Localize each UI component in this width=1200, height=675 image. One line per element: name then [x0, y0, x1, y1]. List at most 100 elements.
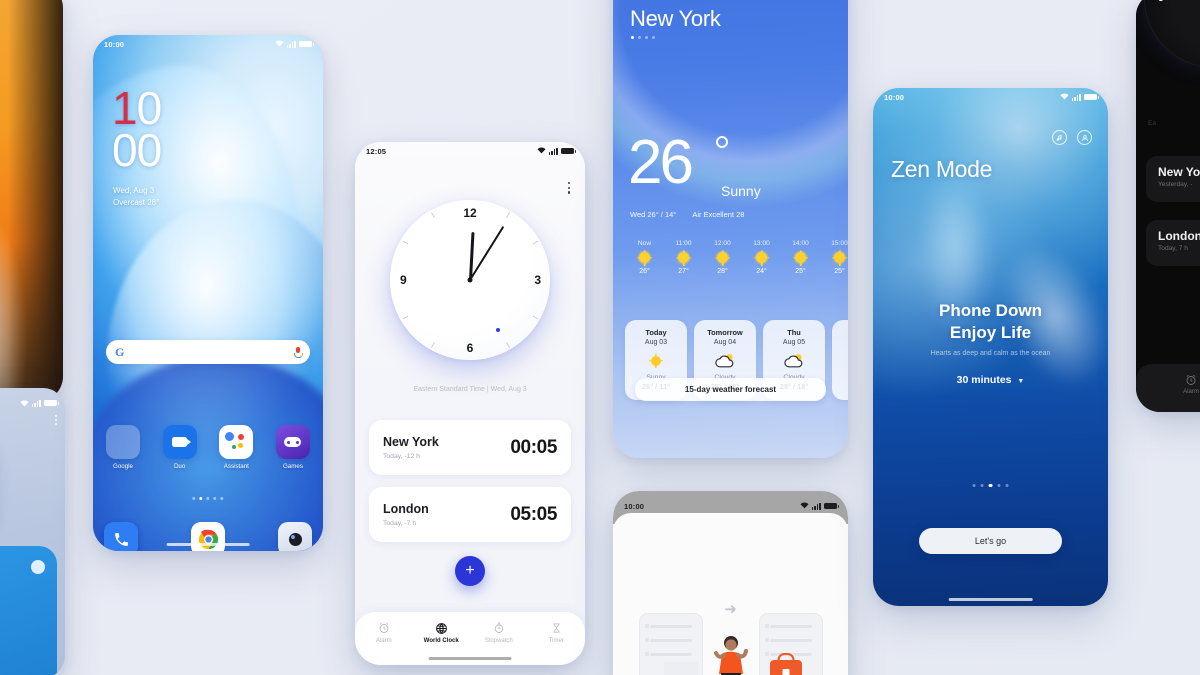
analog-clock-face-dark: 9	[1144, 0, 1200, 68]
add-city-button[interactable]: +	[455, 556, 485, 586]
page-indicator[interactable]	[972, 484, 1009, 488]
globe-icon	[413, 621, 471, 635]
alarm-icon	[355, 621, 413, 635]
camera-icon[interactable]	[278, 522, 312, 551]
wifi-icon	[537, 147, 546, 156]
clock-number-12: 12	[463, 206, 477, 220]
city-offset: Yesterday, -	[1158, 181, 1193, 188]
tab-alarm[interactable]: Alarm	[355, 621, 413, 644]
share-app-phone[interactable]: 10:00 ➜	[613, 491, 848, 675]
hour-temp: 28°	[717, 268, 728, 275]
phone-icon[interactable]	[104, 522, 138, 551]
widgets-menu-icon[interactable]	[54, 414, 57, 426]
tab-stopwatch[interactable]: Stopwatch	[470, 621, 528, 644]
app-games[interactable]: Games	[274, 425, 312, 470]
hourly-forecast-strip[interactable]: Now 26° 11:00 27° 12:00 28° 13:00 24° 14…	[625, 240, 848, 275]
kebab-menu-icon[interactable]	[567, 182, 570, 194]
timezone-label: Ea	[1148, 120, 1156, 127]
statusbar: 10:00	[93, 35, 323, 53]
tab-label: World Clock	[423, 638, 459, 644]
day-temps: 33° / 19°	[832, 382, 848, 391]
day-date: Aug 04	[713, 338, 737, 346]
clock-tick	[402, 280, 470, 320]
battery-icon	[1084, 93, 1099, 101]
table-row[interactable]: London Today, 7 h	[1146, 220, 1200, 266]
table-row[interactable]: London Today, -7 h 05:05	[369, 487, 571, 542]
lockscreen-clock: 1 0 00	[112, 85, 162, 177]
tab-world-clock[interactable]: World Clock	[413, 621, 471, 644]
air-quality: Air Excellent 28	[692, 210, 745, 219]
app-duo[interactable]: Duo	[161, 425, 199, 470]
widgets-statusbar	[20, 394, 59, 412]
signal-icon	[31, 399, 41, 407]
music-note-icon[interactable]	[1052, 130, 1067, 145]
clock-number-9: 9	[1158, 0, 1164, 4]
widgets-phone[interactable]: 12 3 6 New York	[0, 388, 65, 675]
city-offset: Today, -12 h	[383, 452, 420, 460]
chrome-icon[interactable]	[191, 522, 225, 551]
clock-number-6: 6	[466, 341, 474, 355]
duo-icon	[162, 425, 197, 459]
weather-app-phone[interactable]: New York 26 Sunny Wed 26° / 14° Air Exce…	[613, 0, 848, 458]
app-google-folder[interactable]: Google	[104, 425, 142, 470]
home-indicator[interactable]	[948, 598, 1033, 601]
dark-clock-phone[interactable]: 9 Ea New Yo Yesterday, - London Today, 7…	[1136, 0, 1200, 412]
wifi-icon	[800, 502, 809, 511]
lockscreen-date: Wed, Aug 3	[113, 186, 155, 195]
tab-label: Stopwatch	[484, 638, 513, 644]
google-folder-icon	[106, 425, 140, 459]
profile-icon[interactable]	[1077, 130, 1092, 145]
stopwatch-icon	[470, 621, 528, 635]
hour-label: Now	[637, 240, 652, 247]
daily-card[interactable]: Fri Aug 06 Cloudy 33° / 19°	[832, 320, 848, 400]
tab-timer[interactable]: Timer	[528, 621, 586, 644]
home-indicator[interactable]	[166, 543, 250, 546]
minute-hand	[469, 225, 505, 281]
hour-temp: 25°	[795, 268, 806, 275]
wifi-icon	[20, 394, 29, 412]
lets-go-button[interactable]: Let's go	[919, 528, 1062, 554]
clock-minutes: 00	[112, 124, 162, 177]
city-page-indicator[interactable]	[631, 36, 655, 39]
city-name: London	[1158, 229, 1200, 243]
app-label: Google	[113, 463, 133, 470]
app-label: Games	[282, 463, 303, 470]
day-name: Tomorrow	[707, 328, 743, 337]
hourly-item: 11:00 27°	[664, 240, 703, 275]
tab-alarm[interactable]: Alarm	[1183, 373, 1199, 412]
home-indicator[interactable]	[428, 657, 512, 660]
page-indicator[interactable]	[192, 497, 224, 501]
statusbar-time: 12:05	[366, 146, 387, 156]
tab-label: Alarm	[1183, 389, 1199, 395]
alarm-icon	[1183, 373, 1199, 386]
forecast-button[interactable]: 15-day weather forecast	[635, 378, 826, 401]
duration-selector[interactable]: 30 minutes ▼	[873, 374, 1108, 386]
photos-widget[interactable]	[0, 546, 57, 675]
app-assistant[interactable]: Assistant	[217, 425, 255, 470]
google-search-bar[interactable]: G	[106, 340, 310, 364]
table-row[interactable]: New York Today, -12 h 00:05	[369, 420, 571, 475]
table-row[interactable]: New Yo Yesterday, -	[1146, 156, 1200, 202]
page-title: Zen Mode	[891, 156, 993, 182]
zen-mode-phone[interactable]: 10:00 Zen Mode Phone Down Enjoy Life Hea…	[873, 88, 1108, 606]
city-name: New Yo	[1158, 165, 1200, 179]
day-date: Aug 05	[782, 338, 806, 346]
bottom-navigation: Alarm	[1136, 364, 1200, 412]
home-screen-phone[interactable]: 10:00 1 0 00 Wed, Aug 3 Overcast 28° G G…	[93, 35, 323, 551]
google-logo-icon: G	[115, 344, 125, 359]
orange-lockscreen-phone[interactable]: n ° Wind	[0, 0, 63, 402]
city-offset: Today, -7 h	[383, 519, 417, 527]
hourly-item: 12:00 28°	[703, 240, 742, 275]
source-document-card	[638, 613, 703, 675]
signal-icon	[286, 40, 296, 48]
sun-icon	[639, 252, 650, 263]
app-label: Duo	[173, 463, 186, 470]
clock-tick	[470, 280, 538, 320]
clock-number-9: 9	[400, 273, 407, 287]
sun-icon	[756, 252, 767, 263]
microphone-icon[interactable]	[294, 346, 303, 358]
hourly-item: 13:00 24°	[742, 240, 781, 275]
city-name: New York	[383, 435, 439, 450]
headline-line-2: Enjoy Life	[949, 323, 1032, 343]
clock-app-phone[interactable]: 12:05 12 3 6 9 Eastern Standard Time | W…	[355, 142, 585, 665]
